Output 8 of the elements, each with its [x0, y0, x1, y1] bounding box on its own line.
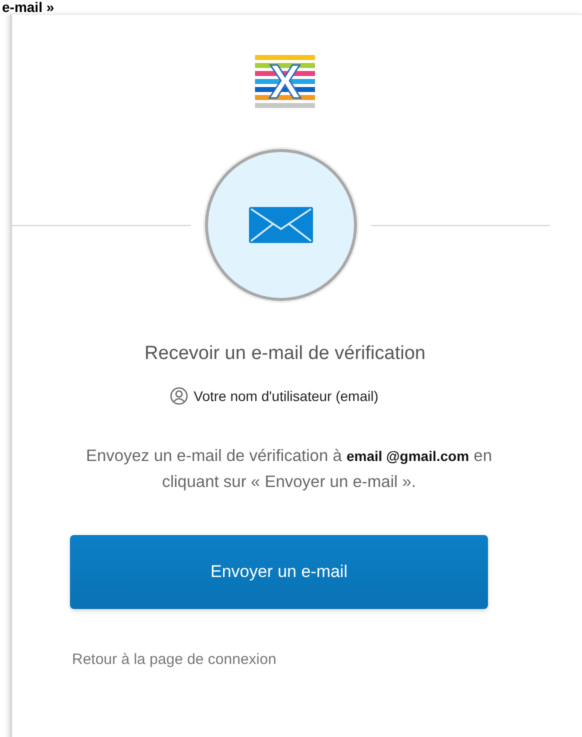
envelope-icon: [249, 207, 313, 243]
send-email-button[interactable]: Envoyer un e-mail: [70, 535, 488, 609]
user-icon: [170, 387, 188, 405]
username-text: Votre nom d'utilisateur (email): [194, 388, 378, 404]
caption-text: e-mail »: [1, 0, 56, 14]
page-title: Recevoir un e-mail de vérification: [144, 343, 426, 365]
instruction-text: Envoyez un e-mail de vérification à email @gmail.com en cliquant sur « Envoyer un e-mail ».: [85, 446, 493, 493]
back-to-login-link[interactable]: Retour à la page de connexion: [72, 651, 276, 668]
